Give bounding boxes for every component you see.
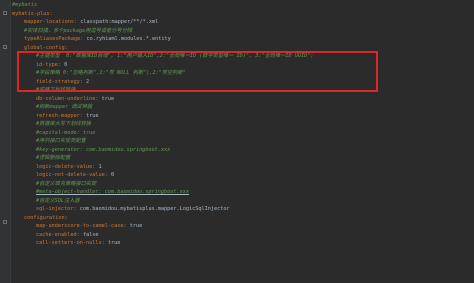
yaml-comment: #capital-mode: true [36,129,96,136]
yaml-value: 0 [107,172,115,178]
yaml-key: mybatis-plus: [12,10,53,17]
yaml-comment: #自定义SQL注入器 [36,197,80,204]
code-line[interactable]: id-type: 0 [12,61,474,70]
yaml-key: call-setters-on-nulls: [36,240,105,246]
code-line[interactable]: logic-delete-value: 1 [12,163,474,172]
code-line[interactable]: configuration: [12,214,474,223]
yaml-comment: #数据库大写下划线转换 [36,121,91,127]
code-editor[interactable]: #mybatis mybatis-plus: mapper-locations:… [0,0,474,283]
code-line[interactable]: refresh-mapper: true [12,112,474,121]
yaml-value: true [126,223,143,229]
yaml-comment: #逻辑删除配置 [36,155,71,161]
yaml-comment: #序列接口实现类配置 [36,138,86,144]
code-line[interactable]: map-underscore-to-camel-case: true [12,222,474,231]
yaml-value: true [104,240,121,246]
code-line[interactable]: typeAliasesPackage: co.ryhiaml.modules.*… [12,35,474,44]
code-line[interactable]: #meta-object-handler: com.baomidou.sprin… [12,188,474,197]
code-lines[interactable]: #mybatis mybatis-plus: mapper-locations:… [12,1,474,248]
yaml-comment: #刷新mapper 调试神器 [36,104,93,110]
code-line[interactable]: cache-enabled: false [12,231,474,240]
yaml-value: 0 [61,61,68,68]
yaml-value: co.ryhiaml.modules.*.entity [83,36,171,42]
code-line[interactable]: db-column-underline: true [12,95,474,104]
yaml-key: field-strategy: [36,78,83,85]
yaml-key: mapper-locations: [24,19,78,25]
yaml-value: classpath:mapper/**/*.xml [77,19,159,25]
yaml-value: true [82,112,99,119]
yaml-key: refresh-mapper: [36,112,83,119]
yaml-key: global-config: [24,44,68,51]
code-line[interactable]: sql-injector: com.baomidou.mybatisplus.m… [12,205,474,214]
fold-icon[interactable] [3,11,7,15]
editor-gutter [0,0,11,283]
code-line[interactable]: #刷新mapper 调试神器 [12,103,474,112]
yaml-key: id-type: [36,61,61,68]
yaml-value: 2 [82,78,90,85]
yaml-comment: #实体扫描，多个package用逗号或者分号分隔 [24,27,132,34]
fold-icon[interactable] [3,220,7,224]
yaml-comment: #驼峰下划线转换 [36,87,76,93]
code-line[interactable]: mybatis-plus: [12,10,474,19]
code-line[interactable]: #驼峰下划线转换 [12,86,474,95]
code-line[interactable]: #数据库大写下划线转换 [12,120,474,129]
code-line[interactable]: #字段策略 0:"忽略判断",1:"非 NULL 判断"),2:"非空判断" [12,69,474,78]
yaml-key: logic-not-delete-value: [36,172,108,178]
code-line[interactable]: #capital-mode: true [12,129,474,138]
yaml-key: sql-injector: [36,206,77,212]
yaml-comment: #meta-object-handler: com.baomidou.sprin… [36,189,190,195]
code-line[interactable]: mapper-locations: classpath:mapper/**/*.… [12,18,474,27]
yaml-key: logic-delete-value: [36,163,96,170]
code-line[interactable]: call-setters-on-nulls: true [12,239,474,248]
yaml-key: typeAliasesPackage: [24,36,84,42]
code-line[interactable]: #逻辑删除配置 [12,154,474,163]
yaml-value: true [98,95,115,102]
yaml-key: map-underscore-to-camel-case: [36,223,127,229]
code-line[interactable]: #自定义填充策略接口实现 [12,180,474,189]
code-line[interactable]: #序列接口实现类配置 [12,137,474,146]
yaml-comment: #自定义填充策略接口实现 [36,180,97,187]
yaml-comment: #主键类型 0:"数据库ID自增", 1:"用户输入ID",2:"全局唯一ID … [36,53,314,59]
yaml-comment: #mybatis [12,2,37,8]
yaml-key: configuration: [24,214,68,221]
yaml-key: db-column-underline: [36,95,99,102]
yaml-comment: #key-generator: com.baomidou.springboot.… [36,146,171,153]
code-line[interactable]: logic-not-delete-value: 0 [12,171,474,180]
yaml-value: 1 [95,163,102,170]
fold-icon[interactable] [3,45,7,49]
code-line[interactable]: global-config: [12,44,474,53]
code-line[interactable]: #实体扫描，多个package用逗号或者分号分隔 [12,27,474,36]
code-line[interactable]: field-strategy: 2 [12,78,474,87]
code-line[interactable]: #主键类型 0:"数据库ID自增", 1:"用户输入ID",2:"全局唯一ID … [12,52,474,61]
code-line[interactable]: #mybatis [12,1,474,10]
code-line[interactable]: #自定义SQL注入器 [12,197,474,206]
yaml-value: false [79,231,99,238]
code-line[interactable]: #key-generator: com.baomidou.springboot.… [12,146,474,155]
yaml-comment: #字段策略 0:"忽略判断",1:"非 NULL 判断"),2:"非空判断" [36,70,186,76]
yaml-key: cache-enabled: [36,231,80,238]
yaml-value: com.baomidou.mybatisplus.mapper.LogicSql… [76,206,230,212]
